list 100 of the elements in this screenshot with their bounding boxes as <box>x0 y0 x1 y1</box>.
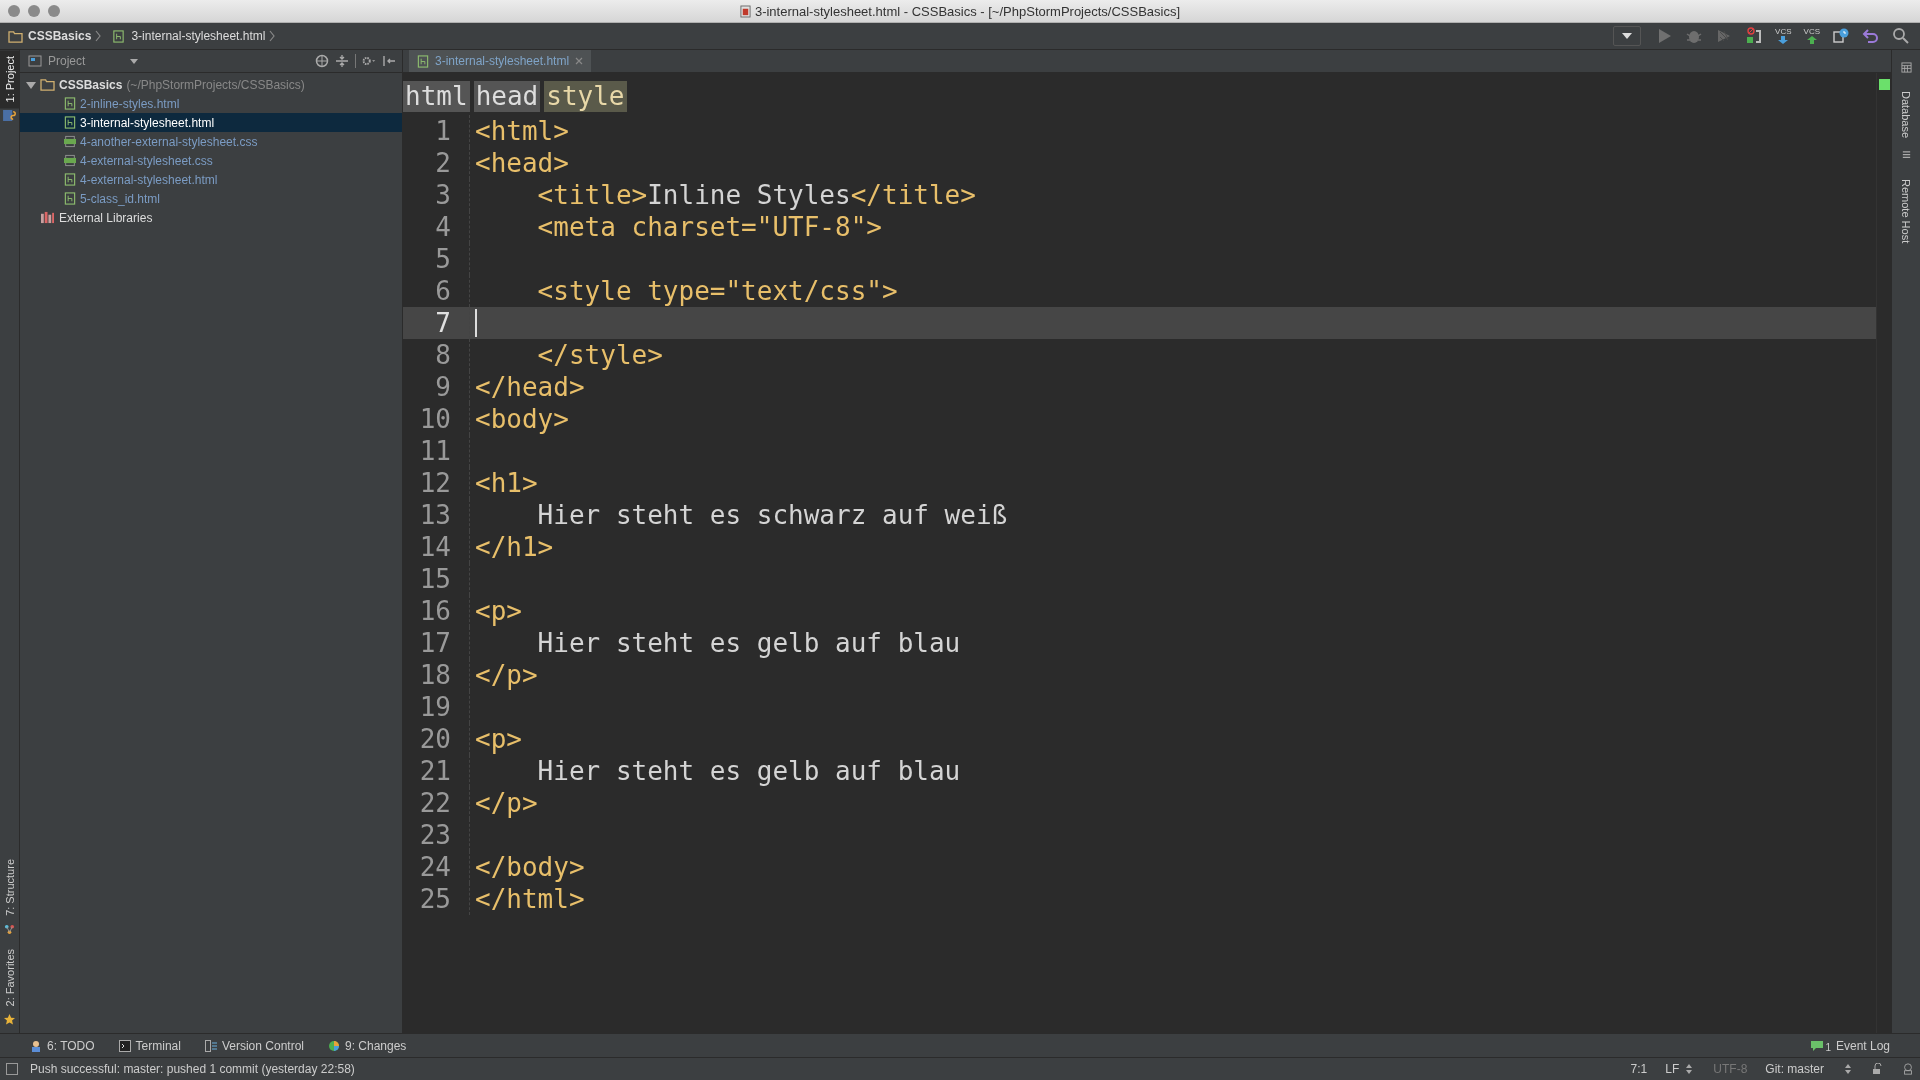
code-line: <html> <box>475 116 569 146</box>
chevron-icon <box>269 30 276 42</box>
tool-window-tab[interactable]: 2: Favorites <box>3 942 16 1012</box>
tool-window-tab[interactable]: 6: TODO <box>30 1038 95 1053</box>
caret-position[interactable]: 7:1 <box>1630 1062 1648 1076</box>
code-line: </p> <box>475 788 538 818</box>
html-file-icon <box>64 173 76 186</box>
tree-item[interactable]: 4-external-stylesheet.html <box>20 170 402 189</box>
line-separator[interactable]: LF <box>1665 1062 1680 1076</box>
undo-icon[interactable] <box>1862 27 1880 45</box>
tool-window-tab[interactable]: Version Control <box>204 1038 304 1053</box>
code-line: </style> <box>536 340 663 370</box>
html-file-icon <box>417 54 429 68</box>
text-cursor <box>475 309 477 337</box>
line-number: 7 <box>434 308 452 338</box>
line-number: 15 <box>418 564 452 594</box>
code-line: Hier steht es gelb auf blau <box>536 628 961 658</box>
star-icon[interactable] <box>4 1014 15 1025</box>
code-line: <h1> <box>475 468 538 498</box>
css-file-icon <box>64 135 76 148</box>
breadcrumb[interactable]: 3-internal-stylesheet.html <box>111 29 266 43</box>
window-icon <box>28 55 42 67</box>
tool-window-tab[interactable]: 7: Structure <box>3 852 16 922</box>
lock-icon[interactable] <box>1872 1063 1884 1075</box>
tool-window-tab[interactable]: Remote Host <box>1900 173 1912 250</box>
line-number: 20 <box>418 724 452 754</box>
code-line: <head> <box>475 148 569 178</box>
zoom-button[interactable] <box>48 5 60 17</box>
collapse-icon[interactable] <box>335 54 349 68</box>
folder-icon <box>40 78 55 91</box>
line-number: 13 <box>418 500 452 530</box>
target-icon[interactable] <box>315 54 329 68</box>
line-number: 8 <box>434 340 452 370</box>
code-line: </body> <box>475 852 585 882</box>
line-number: 24 <box>418 852 452 882</box>
tree-item[interactable]: 5-class_id.html <box>20 189 402 208</box>
tool-window-tab[interactable]: 9: Changes <box>328 1038 407 1053</box>
close-button[interactable] <box>8 5 20 17</box>
run-config-dropdown[interactable] <box>1613 26 1642 46</box>
tree-item[interactable]: 2-inline-styles.html <box>20 94 402 113</box>
database-icon[interactable] <box>1900 62 1912 73</box>
list-icon <box>204 1039 217 1052</box>
chevron-icon <box>95 30 102 42</box>
code-line: <style type="text/css"> <box>536 276 898 306</box>
gear-icon[interactable] <box>362 54 376 68</box>
code-line: </html> <box>475 884 585 914</box>
hide-panel-icon[interactable] <box>382 54 396 68</box>
status-message: Push successful: master: pushed 1 commit (yesterday 22:58) <box>30 1062 355 1076</box>
html-file-icon <box>64 116 76 129</box>
code-line: <p> <box>475 724 522 754</box>
line-number: 25 <box>418 884 452 914</box>
line-number: 21 <box>418 756 452 786</box>
expand-arrow-icon[interactable] <box>26 79 36 90</box>
html-file-icon <box>64 97 76 110</box>
line-number: 17 <box>418 628 452 658</box>
structure-icon[interactable] <box>4 923 15 935</box>
search-icon[interactable] <box>1892 27 1910 45</box>
tag-breadcrumb[interactable]: head <box>473 81 541 112</box>
tag-breadcrumb[interactable]: style <box>544 81 627 112</box>
line-number: 10 <box>418 404 452 434</box>
tool-window-tab[interactable]: Database <box>1900 85 1912 145</box>
line-number: 3 <box>434 180 452 210</box>
minimize-button[interactable] <box>28 5 40 17</box>
code-line: </head> <box>475 372 585 402</box>
project-view-dropdown[interactable]: Project <box>28 54 138 68</box>
tree-item[interactable]: CSSBasics (~/PhpStormProjects/CSSBasics) <box>20 75 402 94</box>
toggle-panels-icon[interactable] <box>6 1063 18 1075</box>
tab-label: 3-internal-stylesheet.html <box>435 54 570 68</box>
code-line: Hier steht es schwarz auf weiß <box>536 500 1008 530</box>
git-branch[interactable]: Git: master <box>1765 1062 1824 1076</box>
window-title: 3-internal-stylesheet.html - CSSBasics - [~/PhpStormProjects/CSSBasics] <box>754 3 1181 19</box>
code-line: <title>Inline Styles</title> <box>536 180 976 210</box>
tool-window-tab[interactable]: Terminal <box>118 1038 181 1053</box>
breadcrumb[interactable]: CSSBasics <box>8 29 92 43</box>
speech-bubble-icon <box>1810 1039 1825 1052</box>
line-number: 4 <box>434 212 452 242</box>
html-file-icon <box>739 4 751 18</box>
person-icon <box>30 1039 42 1052</box>
terminal-icon <box>118 1039 131 1052</box>
line-number: 12 <box>418 468 452 498</box>
line-number: 6 <box>434 276 452 306</box>
tree-item[interactable]: 4-another-external-stylesheet.css <box>20 132 402 151</box>
inspector-icon[interactable] <box>1902 1063 1914 1075</box>
tag-breadcrumb[interactable]: html <box>403 81 470 112</box>
tool-window-tab[interactable]: 1: Project <box>0 50 19 109</box>
event-log-label: Event Log <box>1835 1038 1890 1053</box>
event-log-tab[interactable]: 1 Event Log <box>1810 1038 1890 1053</box>
tree-item[interactable]: 4-external-stylesheet.css <box>20 151 402 170</box>
history-icon[interactable] <box>1832 27 1850 45</box>
updown-icon[interactable] <box>1842 1063 1854 1075</box>
code-line: </h1> <box>475 532 554 562</box>
line-number: 18 <box>418 660 452 690</box>
code-line: <body> <box>475 404 569 434</box>
html-file-icon <box>111 29 127 43</box>
line-number: 22 <box>418 788 452 818</box>
code-line: <p> <box>475 596 522 626</box>
tree-item[interactable]: 3-internal-stylesheet.html <box>20 113 402 132</box>
tree-item[interactable]: External Libraries <box>20 208 402 227</box>
listen-icon[interactable] <box>1745 27 1764 45</box>
phpstorm-icon <box>3 110 16 122</box>
